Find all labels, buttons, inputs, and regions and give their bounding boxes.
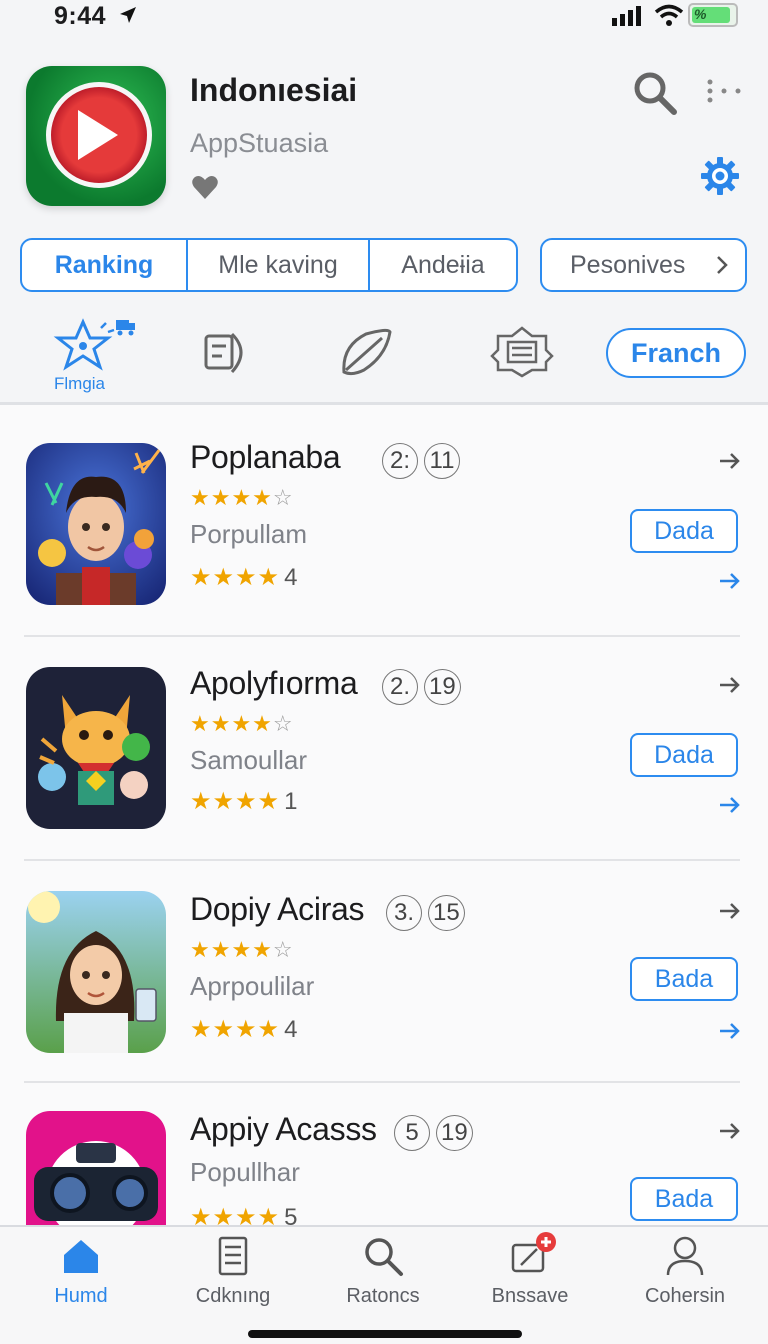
person-icon xyxy=(666,1236,704,1276)
rank-total: 15 xyxy=(428,895,465,931)
rating-stars-count: ★★★★ 5 xyxy=(190,1203,298,1225)
status-bar: 9:44 % xyxy=(0,0,768,34)
rank-badges: 5 19 xyxy=(394,1115,479,1151)
wifi-icon xyxy=(654,4,684,26)
app-subtitle: Aprpoulilar xyxy=(190,971,315,1001)
rank-badges: 2: 11 xyxy=(382,443,466,479)
play-icon xyxy=(78,110,118,160)
get-button[interactable]: Bada xyxy=(630,957,738,1001)
rank-badges: 3. 15 xyxy=(386,895,471,931)
rating-stars: ★★★★☆ xyxy=(190,937,294,962)
leaf-icon[interactable] xyxy=(336,326,396,378)
get-button[interactable]: Bada xyxy=(630,1177,738,1221)
rating-count: 5 xyxy=(284,1204,299,1225)
tab-profile[interactable]: Cohersin xyxy=(610,1235,760,1315)
rating-stars: ★★★★☆ xyxy=(190,711,294,736)
segment-2[interactable]: Mle kaving xyxy=(188,240,370,290)
app-thumbnail-4[interactable] xyxy=(26,1111,166,1225)
heart-icon[interactable] xyxy=(190,172,220,202)
app-thumbnail-3[interactable] xyxy=(26,891,166,1053)
rank-number: 3. xyxy=(386,895,422,931)
rank-total: 11 xyxy=(424,443,460,479)
framed-document-icon[interactable] xyxy=(490,326,554,378)
rating-stars-count: ★★★★ 4 xyxy=(190,564,299,591)
rating-count: 4 xyxy=(284,1016,299,1043)
app-store-screen: 9:44 % Indonıesiai AppStuasia Ranking Ml… xyxy=(0,0,768,1344)
arrow-right-icon[interactable] xyxy=(718,899,742,923)
chevron-right-icon xyxy=(717,256,728,274)
category-label: Flmgia xyxy=(54,374,106,393)
app-thumbnail-2[interactable] xyxy=(26,667,166,829)
rank-number: 2: xyxy=(382,443,418,479)
app-subtitle: Popullhar xyxy=(190,1157,300,1187)
list-item[interactable]: Apolyfıorma 2. 19 ★★★★☆ Samoullar ★★★★ 1 D… xyxy=(0,637,768,861)
battery-label: % xyxy=(694,6,707,22)
segment-more-label: Pesonives xyxy=(570,250,686,279)
app-icon[interactable] xyxy=(26,66,166,206)
rating-count: 1 xyxy=(284,788,299,815)
signal-icon xyxy=(612,6,641,26)
list-item[interactable]: Appiy Acasss 5 19 Popullhar ★★★★ 5 Bada xyxy=(0,1081,768,1225)
tab-label: Cohersin xyxy=(644,1285,726,1307)
home-icon xyxy=(64,1240,98,1273)
rating-count: 4 xyxy=(284,564,299,591)
get-button[interactable]: Dada xyxy=(630,509,738,553)
app-subtitle: AppStuasia xyxy=(190,128,329,158)
rank-total: 19 xyxy=(436,1115,473,1151)
location-arrow-icon xyxy=(120,7,136,23)
truck-icon xyxy=(116,320,135,336)
more-icon[interactable] xyxy=(704,76,744,106)
tab-label: Ratoncs xyxy=(346,1285,420,1307)
star-category-icon[interactable] xyxy=(48,318,118,374)
french-button[interactable]: Franch xyxy=(606,328,746,378)
tab-search[interactable]: Ratoncs xyxy=(308,1235,458,1315)
arrow-right-icon[interactable] xyxy=(718,1019,742,1043)
tab-label: Bnssave xyxy=(491,1285,569,1307)
status-time: 9:44 xyxy=(54,2,107,30)
arrow-right-icon[interactable] xyxy=(718,673,742,697)
segment-more[interactable]: Pesonives xyxy=(540,238,747,292)
tab-label: Humd xyxy=(54,1285,108,1307)
segment-3[interactable]: Andeɨia xyxy=(370,240,516,290)
app-list: Poplanaba 2: 11 ★★★★☆ Porpullam ★★★★ 4 Dad… xyxy=(0,405,768,1225)
arrow-right-icon[interactable] xyxy=(718,569,742,593)
app-title[interactable]: Dopiy Aciras xyxy=(190,891,365,928)
gear-icon[interactable] xyxy=(700,156,740,196)
get-button[interactable]: Dada xyxy=(630,733,738,777)
segment-ranking[interactable]: Ranking xyxy=(22,240,188,290)
tab-ranking[interactable]: Cdknıng xyxy=(158,1235,308,1315)
rank-number: 5 xyxy=(394,1115,430,1151)
document-icon xyxy=(218,1236,248,1276)
edit-badge-icon xyxy=(511,1232,556,1273)
list-item[interactable]: Dopiy Aciras 3. 15 ★★★★☆ Aprpoulilar ★★★★… xyxy=(0,859,768,1083)
search-icon[interactable] xyxy=(632,70,678,116)
app-title[interactable]: Appiy Acasss xyxy=(190,1111,377,1148)
app-title[interactable]: Apolyfıorma xyxy=(190,665,358,702)
arrow-right-icon[interactable] xyxy=(718,1119,742,1143)
rating-stars: ★★★★☆ xyxy=(190,485,294,510)
app-name: Indonıesiai xyxy=(190,72,358,108)
tab-bar: Humd Cdknıng Ratoncs Bnssave Cohersin xyxy=(0,1225,768,1344)
arrow-right-icon[interactable] xyxy=(718,793,742,817)
tab-home[interactable]: Humd xyxy=(6,1235,156,1315)
app-subtitle: Porpullam xyxy=(190,519,308,549)
search-icon xyxy=(365,1238,403,1276)
book-audio-icon[interactable] xyxy=(200,326,256,378)
arrow-right-icon[interactable] xyxy=(718,449,742,473)
rank-total: 19 xyxy=(424,669,461,705)
tab-label: Cdknıng xyxy=(195,1285,271,1307)
battery-icon: % xyxy=(688,3,738,27)
tab-save[interactable]: Bnssave xyxy=(455,1232,605,1315)
app-subtitle: Samoullar xyxy=(190,745,308,775)
app-thumbnail-1[interactable] xyxy=(26,443,166,605)
list-item[interactable]: Poplanaba 2: 11 ★★★★☆ Porpullam ★★★★ 4 Dad… xyxy=(0,405,768,637)
segmented-control: Ranking Mle kaving Andeɨia xyxy=(20,238,518,292)
app-title[interactable]: Poplanaba xyxy=(190,439,341,476)
rank-number: 2. xyxy=(382,669,418,705)
rating-stars-count: ★★★★ 4 xyxy=(190,1016,299,1043)
rank-badges: 2. 19 xyxy=(382,669,467,705)
rating-stars-count: ★★★★ 1 xyxy=(190,788,299,815)
home-indicator[interactable] xyxy=(248,1330,522,1338)
